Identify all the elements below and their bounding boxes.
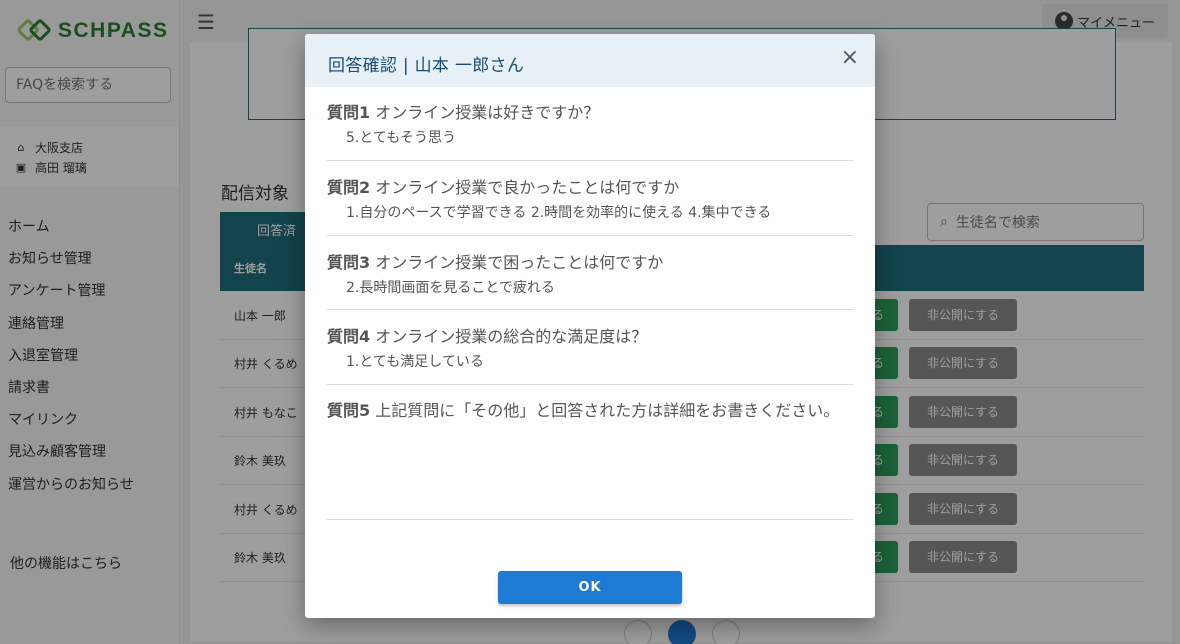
question-body: オンライン授業で良かったことは何ですか <box>370 178 680 197</box>
close-icon[interactable]: × <box>841 46 859 70</box>
question-item: 質問1 オンライン授業は好きですか？ 5.とてもそう思う <box>327 102 853 161</box>
answer-text: 1.とても満足している <box>346 354 484 370</box>
answer-confirm-dialog: 回答確認 | 山本 一郎さん × 質問1 オンライン授業は好きですか？ 5.とて… <box>305 34 875 618</box>
question-text: 質問5 上記質問に「その他」と回答された方は詳細をお書きください。 <box>327 400 853 422</box>
question-number: 質問4 <box>327 327 371 346</box>
question-body: オンライン授業で困ったことは何ですか <box>370 253 664 272</box>
question-body: オンライン授業は好きですか？ <box>370 103 600 122</box>
question-number: 質問2 <box>327 178 371 197</box>
question-item: 質問4 オンライン授業の総合的な満足度は？ 1.とても満足している <box>327 326 853 385</box>
question-text: 質問3 オンライン授業で困ったことは何ですか <box>327 252 853 274</box>
question-number: 質問3 <box>327 253 371 272</box>
question-item: 質問3 オンライン授業で困ったことは何ですか 2.長時間画面を見ることで疲れる <box>327 252 853 310</box>
question-text: 質問4 オンライン授業の総合的な満足度は？ <box>327 326 853 348</box>
question-item: 質問2 オンライン授業で良かったことは何ですか 1.自分のペースで学習できる 2… <box>327 177 853 236</box>
question-text: 質問1 オンライン授業は好きですか？ <box>327 102 853 124</box>
question-number: 質問5 <box>327 401 371 420</box>
question-text: 質問2 オンライン授業で良かったことは何ですか <box>327 177 853 199</box>
dialog-title: 回答確認 | 山本 一郎さん <box>328 56 525 76</box>
answer-text: 2.長時間画面を見ることで疲れる <box>346 280 555 296</box>
question-number: 質問1 <box>327 103 371 122</box>
question-body: 上記質問に「その他」と回答された方は詳細をお書きください。 <box>370 401 840 420</box>
ok-button[interactable]: OK <box>498 571 682 604</box>
question-body: オンライン授業の総合的な満足度は？ <box>370 327 648 346</box>
question-item: 質問5 上記質問に「その他」と回答された方は詳細をお書きください。 <box>327 400 853 520</box>
answer-text: 5.とてもそう思う <box>346 130 456 146</box>
answer-text: 1.自分のペースで学習できる 2.時間を効率的に使える 4.集中できる <box>346 205 772 221</box>
dialog-header: 回答確認 | 山本 一郎さん × <box>305 34 875 87</box>
